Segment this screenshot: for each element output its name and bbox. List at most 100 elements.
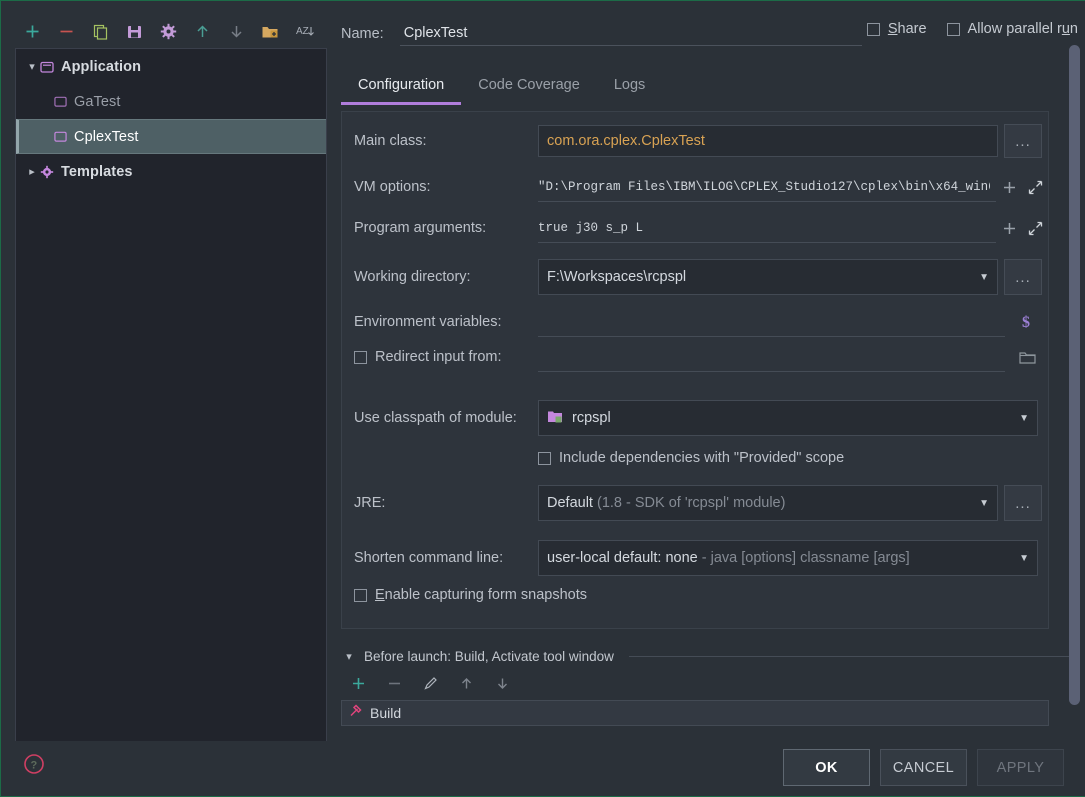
include-provided-checkbox[interactable]: Include dependencies with "Provided" sco… bbox=[538, 450, 844, 466]
redirect-input-row: Redirect input from: bbox=[342, 342, 1050, 372]
edit-templates-button[interactable] bbox=[151, 16, 185, 46]
tree-node-application[interactable]: ▾ Application bbox=[16, 49, 326, 84]
chevron-down-icon[interactable]: ▼ bbox=[1019, 553, 1029, 564]
vm-options-row: VM options: "D:\Program Files\IBM\ILOG\C… bbox=[342, 172, 1050, 202]
chevron-down-icon[interactable]: ▾ bbox=[341, 650, 357, 663]
program-arguments-expand-button[interactable] bbox=[1022, 215, 1048, 241]
share-checkbox[interactable]: Share bbox=[867, 21, 927, 37]
working-directory-browse-button[interactable]: ... bbox=[1004, 259, 1042, 295]
chevron-down-icon[interactable]: ▼ bbox=[1019, 413, 1029, 424]
environment-variables-label: Environment variables: bbox=[342, 314, 538, 330]
program-arguments-add-button[interactable] bbox=[996, 215, 1022, 241]
include-provided-label: Include dependencies with "Provided" sco… bbox=[559, 450, 844, 466]
configurations-tree[interactable]: ▾ Application GaTest CplexTest bbox=[15, 48, 327, 742]
checkbox-box[interactable] bbox=[947, 23, 960, 36]
before-launch-move-up-button[interactable] bbox=[449, 670, 483, 696]
before-launch-title: Before launch: Build, Activate tool wind… bbox=[364, 649, 614, 664]
move-up-button[interactable] bbox=[185, 16, 219, 46]
editor-scrollbar-thumb[interactable] bbox=[1069, 45, 1080, 705]
application-icon bbox=[54, 130, 67, 143]
shorten-command-line-combo[interactable]: user-local default: none - java [options… bbox=[538, 540, 1038, 576]
gear-icon bbox=[40, 165, 54, 179]
chevron-down-icon[interactable]: ▼ bbox=[979, 498, 989, 509]
remove-configuration-button[interactable] bbox=[49, 16, 83, 46]
working-directory-combo[interactable]: F:\Workspaces\rcpspl ▼ bbox=[538, 259, 998, 295]
configuration-editor-panel: Name: Share Allow parallel run Configura… bbox=[327, 1, 1085, 743]
chevron-right-icon[interactable]: ▸ bbox=[24, 165, 40, 178]
main-class-label: Main class: bbox=[342, 133, 538, 149]
program-arguments-input[interactable]: true j30 s_p L bbox=[538, 213, 996, 243]
form-snapshots-row: Enable capturing form snapshots bbox=[342, 587, 1050, 603]
tree-node-label: GaTest bbox=[74, 94, 121, 110]
cancel-button[interactable]: CANCEL bbox=[880, 749, 967, 786]
tab-configuration[interactable]: Configuration bbox=[341, 73, 461, 105]
checkbox-box[interactable] bbox=[354, 351, 367, 364]
jre-browse-button[interactable]: ... bbox=[1004, 485, 1042, 521]
redirect-input-checkbox[interactable]: Redirect input from: bbox=[342, 349, 538, 365]
copy-configuration-button[interactable] bbox=[83, 16, 117, 46]
form-snapshots-checkbox[interactable]: Enable capturing form snapshots bbox=[342, 587, 587, 603]
name-input[interactable] bbox=[400, 23, 862, 46]
allow-parallel-run-label: Allow parallel run bbox=[968, 21, 1078, 37]
working-directory-value: F:\Workspaces\rcpspl bbox=[547, 269, 686, 285]
before-launch-section: ▾ Before launch: Build, Activate tool wi… bbox=[341, 649, 1071, 726]
separator-line bbox=[629, 656, 1071, 657]
dollar-icon[interactable]: $ bbox=[1014, 309, 1040, 335]
vm-options-input[interactable]: "D:\Program Files\IBM\ILOG\CPLEX_Studio1… bbox=[538, 172, 996, 202]
before-launch-toolbar bbox=[341, 670, 1071, 696]
redirect-input-label: Redirect input from: bbox=[375, 349, 502, 365]
program-arguments-label: Program arguments: bbox=[342, 220, 538, 236]
classpath-module-row: Use classpath of module: rcpspl ▼ bbox=[342, 400, 1050, 436]
ok-button[interactable]: OK bbox=[783, 749, 870, 786]
before-launch-add-button[interactable] bbox=[341, 670, 375, 696]
main-class-value: com.ora.cplex.CplexTest bbox=[547, 133, 705, 149]
main-class-input[interactable]: com.ora.cplex.CplexTest bbox=[538, 125, 998, 157]
tab-code-coverage[interactable]: Code Coverage bbox=[461, 73, 597, 105]
before-launch-edit-button[interactable] bbox=[413, 670, 447, 696]
checkbox-box[interactable] bbox=[867, 23, 880, 36]
tree-node-gatest[interactable]: GaTest bbox=[16, 84, 326, 119]
jre-combo[interactable]: Default (1.8 - SDK of 'rcpspl' module) ▼ bbox=[538, 485, 998, 521]
before-launch-item-build[interactable]: Build bbox=[341, 700, 1049, 726]
dialog-footer: ? OK CANCEL APPLY bbox=[1, 741, 1085, 796]
checkbox-box[interactable] bbox=[354, 589, 367, 602]
tree-toolbar: AZ bbox=[15, 15, 327, 47]
new-folder-button[interactable] bbox=[253, 16, 287, 46]
add-configuration-button[interactable] bbox=[15, 16, 49, 46]
main-class-browse-button[interactable]: ... bbox=[1004, 124, 1042, 158]
chevron-down-icon[interactable]: ▼ bbox=[979, 272, 989, 283]
before-launch-move-down-button[interactable] bbox=[485, 670, 519, 696]
share-label: Share bbox=[888, 21, 927, 37]
environment-variables-input[interactable] bbox=[538, 307, 1005, 337]
redirect-input-field[interactable] bbox=[538, 342, 1005, 372]
checkbox-box[interactable] bbox=[538, 452, 551, 465]
help-icon[interactable]: ? bbox=[23, 753, 45, 775]
allow-parallel-run-checkbox[interactable]: Allow parallel run bbox=[947, 21, 1078, 37]
header-checkboxes: Share Allow parallel run bbox=[867, 21, 1078, 37]
classpath-module-combo[interactable]: rcpspl ▼ bbox=[538, 400, 1038, 436]
vm-options-label: VM options: bbox=[342, 179, 538, 195]
working-directory-row: Working directory: F:\Workspaces\rcpspl … bbox=[342, 259, 1050, 295]
vm-options-expand-button[interactable] bbox=[1022, 174, 1048, 200]
application-icon bbox=[40, 60, 54, 74]
before-launch-remove-button[interactable] bbox=[377, 670, 411, 696]
tab-logs[interactable]: Logs bbox=[597, 73, 662, 105]
svg-text:AZ: AZ bbox=[296, 26, 309, 37]
jre-label: JRE: bbox=[342, 495, 538, 511]
save-configuration-button[interactable] bbox=[117, 16, 151, 46]
folder-icon[interactable] bbox=[1014, 344, 1040, 370]
vm-options-add-button[interactable] bbox=[996, 174, 1022, 200]
tree-node-label: CplexTest bbox=[74, 129, 139, 145]
tree-node-cplextest[interactable]: CplexTest bbox=[16, 119, 326, 154]
sort-alphabetically-button[interactable]: AZ bbox=[287, 16, 321, 46]
chevron-down-icon[interactable]: ▾ bbox=[24, 60, 40, 73]
editor-scrollbar-track[interactable] bbox=[1069, 45, 1080, 731]
move-down-button[interactable] bbox=[219, 16, 253, 46]
svg-text:?: ? bbox=[31, 760, 38, 772]
before-launch-item-label: Build bbox=[370, 705, 401, 721]
vm-options-value: "D:\Program Files\IBM\ILOG\CPLEX_Studio1… bbox=[538, 180, 990, 194]
configurations-tree-panel: AZ ▾ Application GaTest bbox=[1, 1, 327, 743]
name-label: Name: bbox=[341, 26, 384, 42]
tree-node-templates[interactable]: ▸ Templates bbox=[16, 154, 326, 189]
before-launch-header[interactable]: ▾ Before launch: Build, Activate tool wi… bbox=[341, 649, 1071, 664]
